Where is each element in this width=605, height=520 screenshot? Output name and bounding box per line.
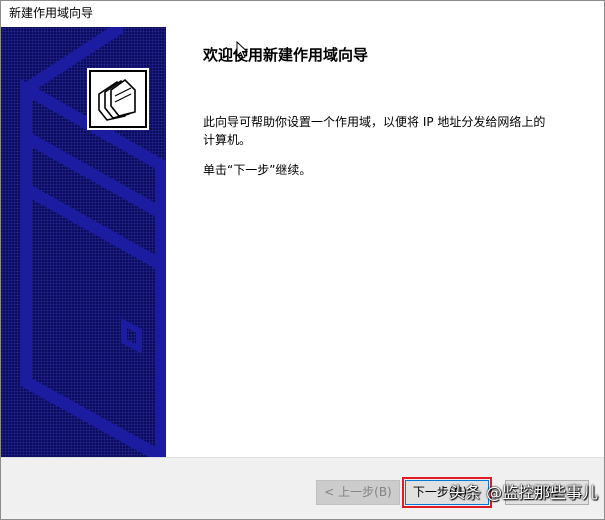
- back-button[interactable]: < 上一步(B): [316, 480, 400, 505]
- wizard-window: 新建作用域向导 欢迎使用新建作用域向导 此向导可帮助你设置一个作用域，以便将 I…: [0, 0, 605, 520]
- page-title: 欢迎使用新建作用域向导: [203, 46, 369, 64]
- folder-stack-icon: [87, 68, 149, 130]
- title-bar: 新建作用域向导: [1, 1, 604, 26]
- wizard-side-panel: [1, 27, 166, 457]
- continue-hint: 单击“下一步”继续。: [203, 163, 312, 177]
- mouse-pointer-icon: [236, 41, 248, 59]
- window-title: 新建作用域向导: [9, 6, 94, 20]
- wizard-description: 此向导可帮助你设置一个作用域，以便将 IP 地址分发给网络上的计算机。: [203, 115, 546, 147]
- watermark-text: 头条 @监控那些事儿: [449, 483, 599, 502]
- wizard-content: 欢迎使用新建作用域向导 此向导可帮助你设置一个作用域，以便将 IP 地址分发给网…: [166, 27, 604, 457]
